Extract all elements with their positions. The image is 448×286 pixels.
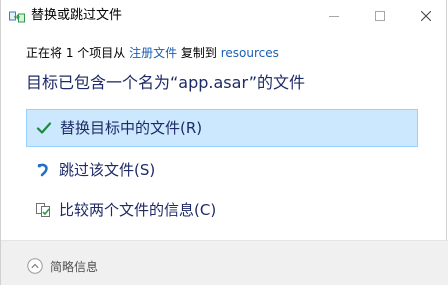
- option-compare[interactable]: 比较两个文件的信息(C): [26, 191, 418, 229]
- info-middle: 复制到: [177, 46, 221, 60]
- option-replace[interactable]: 替换目标中的文件(R): [26, 109, 418, 147]
- minimize-button[interactable]: [311, 0, 357, 32]
- chevron-up-circle-icon[interactable]: [27, 258, 43, 274]
- conflict-heading: 目标已包含一个名为“app.asar”的文件: [26, 73, 305, 92]
- maximize-button[interactable]: [357, 0, 403, 32]
- info-prefix: 正在将 1 个项目从: [26, 46, 130, 60]
- source-folder-link[interactable]: 注册文件: [129, 46, 177, 60]
- destination-folder-link[interactable]: resources: [221, 46, 279, 60]
- option-skip[interactable]: 跳过该文件(S): [26, 151, 418, 189]
- minimize-icon: [329, 16, 339, 17]
- option-replace-label: 替换目标中的文件(R): [60, 119, 203, 137]
- skip-arrow-icon: [35, 162, 51, 178]
- maximize-icon: [375, 11, 385, 21]
- copy-info-line: 正在将 1 个项目从 注册文件 复制到 resources: [26, 45, 279, 61]
- checkmark-icon: [36, 120, 52, 136]
- close-button[interactable]: [403, 0, 448, 32]
- option-skip-label: 跳过该文件(S): [59, 161, 156, 179]
- dialog-footer: 简略信息: [1, 241, 448, 285]
- title-bar: 替换或跳过文件: [1, 0, 448, 32]
- window-title: 替换或跳过文件: [31, 8, 123, 23]
- copy-files-icon: [9, 9, 25, 23]
- close-icon: [421, 11, 431, 21]
- compare-files-icon: [35, 202, 51, 218]
- copy-conflict-dialog: 替换或跳过文件 正在将 1 个项目从 注册文件 复制到 resources 目标…: [0, 0, 448, 285]
- fewer-details-toggle[interactable]: 简略信息: [50, 259, 98, 275]
- option-compare-label: 比较两个文件的信息(C): [59, 201, 217, 219]
